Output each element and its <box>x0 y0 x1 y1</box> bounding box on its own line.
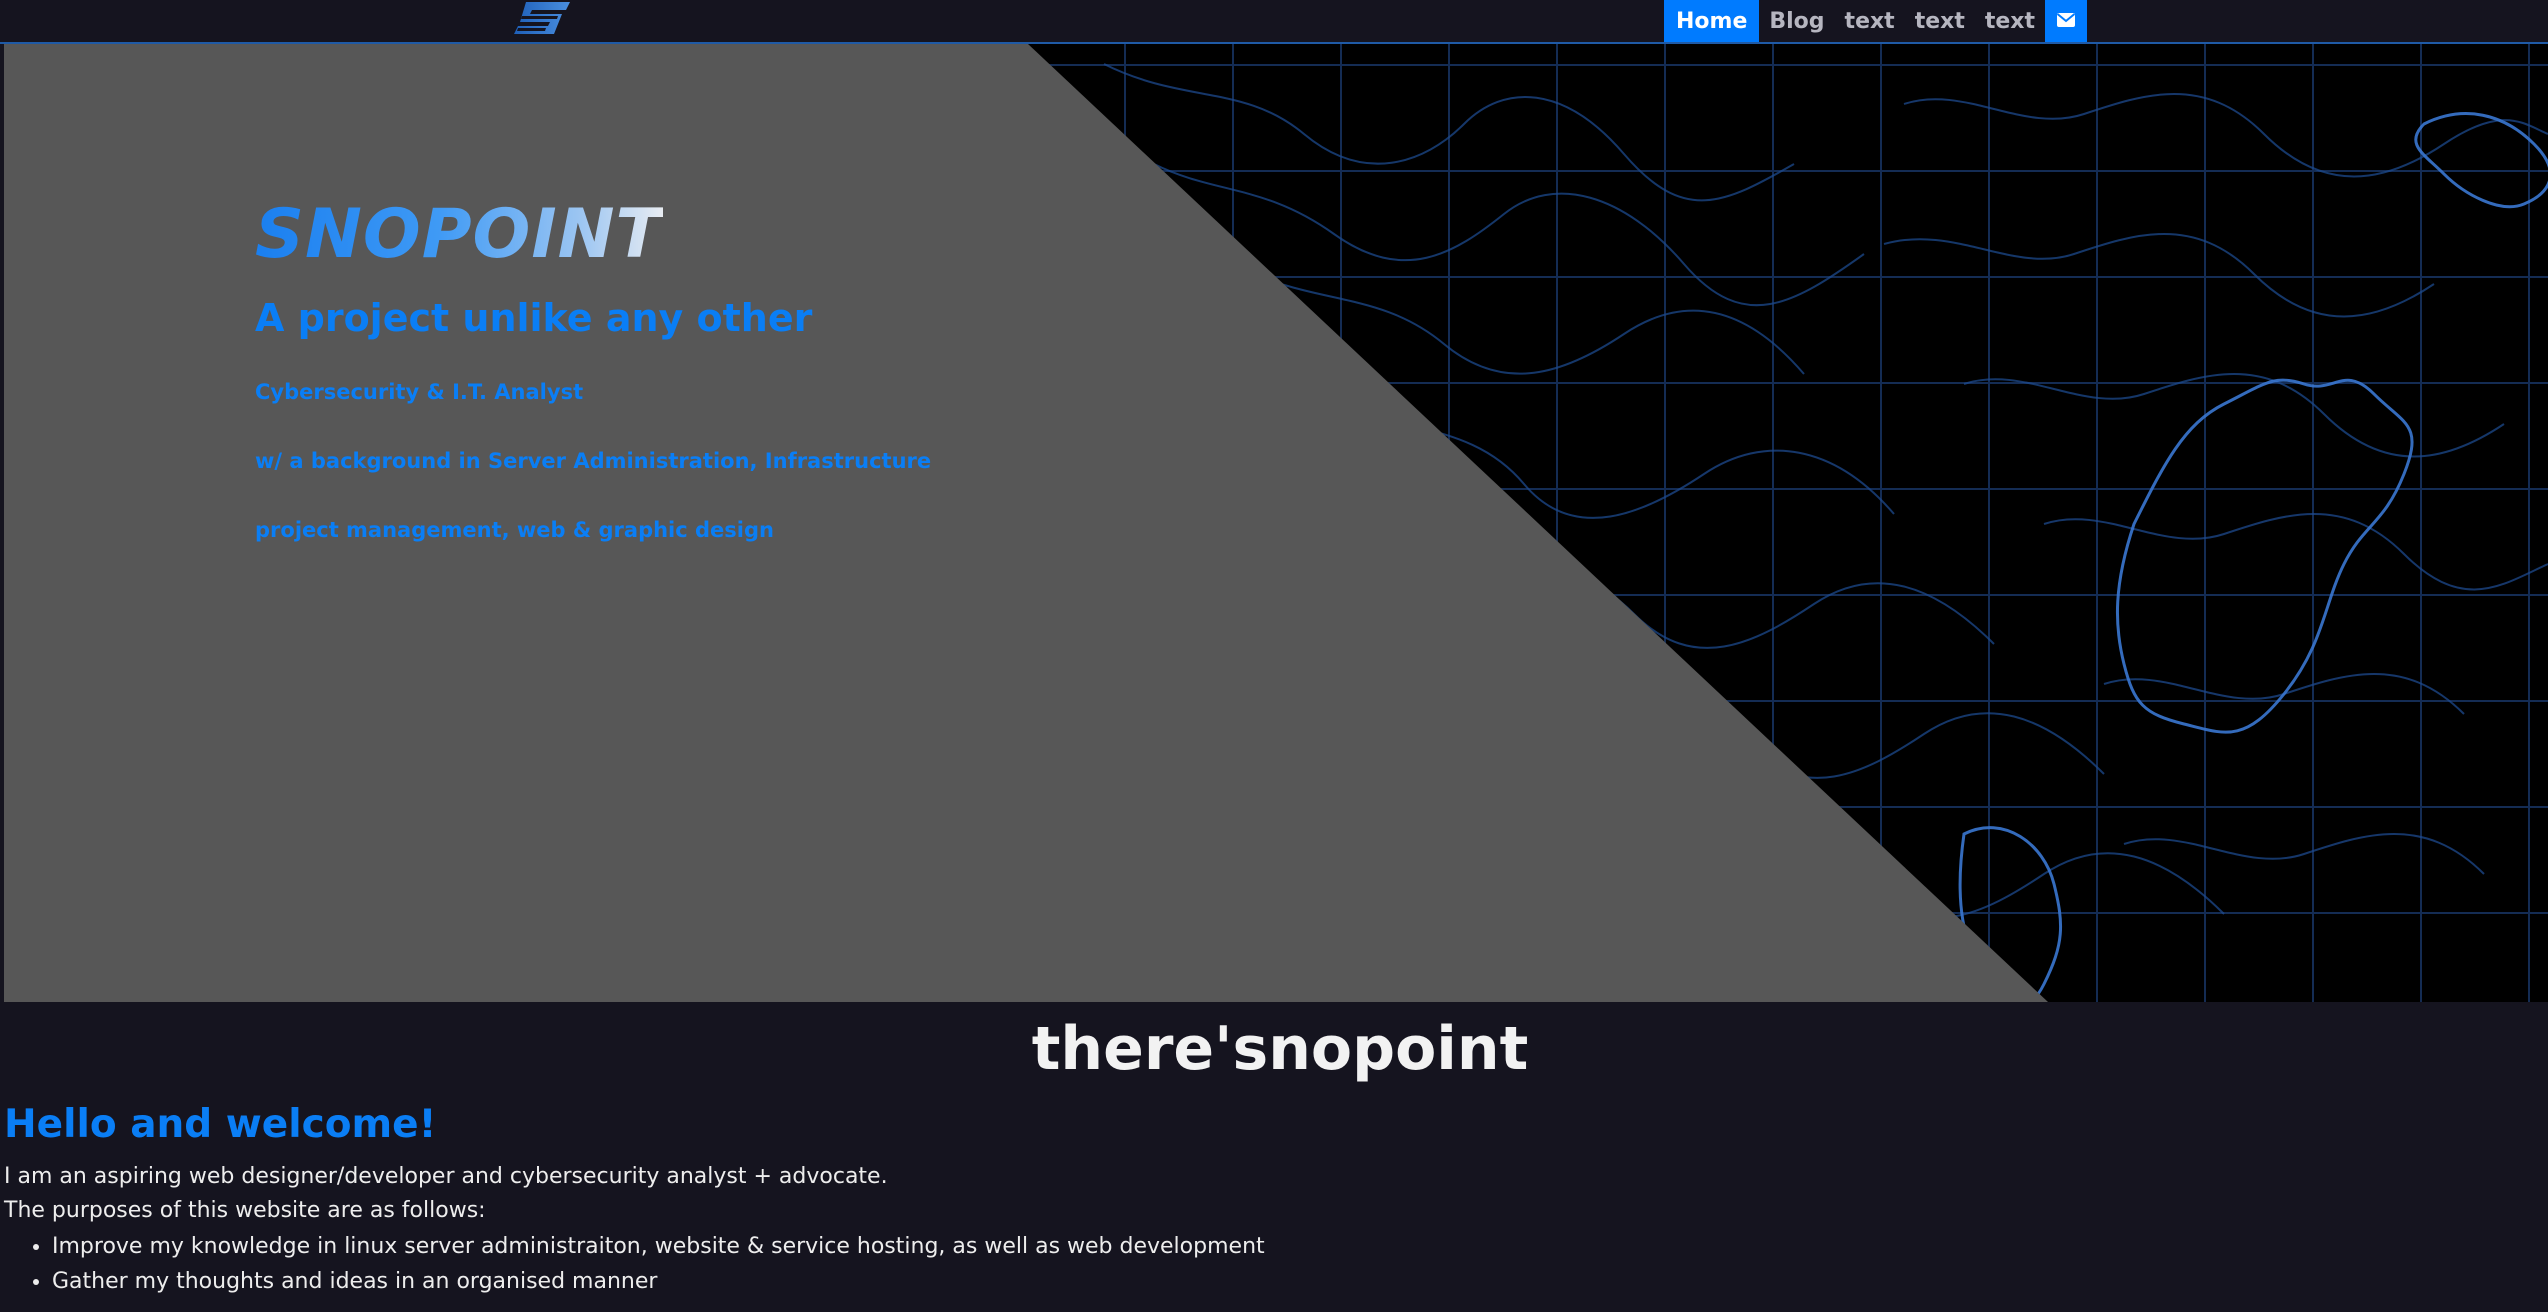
hero-section: SNOPOINT A project unlike any other Cybe… <box>4 44 2548 1002</box>
main-nav: Home Blog text text text <box>1664 0 2088 42</box>
hero-line-skills: project management, web & graphic design <box>255 517 774 542</box>
intro-paragraph: I am an aspiring web designer/developer … <box>4 1164 888 1189</box>
purposes-list: Improve my knowledge in linux server adm… <box>4 1232 1265 1302</box>
nav-blog[interactable]: Blog <box>1759 0 1834 42</box>
nav-mail-button[interactable] <box>2045 0 2088 42</box>
envelope-icon <box>2056 9 2076 34</box>
main-content: there'snopoint Hello and welcome! I am a… <box>4 1002 2548 1312</box>
hero-line-background: w/ a background in Server Administration… <box>255 448 932 473</box>
welcome-heading: Hello and welcome! <box>4 1102 437 1147</box>
purposes-intro: The purposes of this website are as foll… <box>4 1198 486 1223</box>
nav-text-1[interactable]: text <box>1835 0 1905 42</box>
nav-text-2[interactable]: text <box>1905 0 1975 42</box>
top-navbar: Home Blog text text text <box>0 0 2548 44</box>
nav-text-3[interactable]: text <box>1975 0 2045 42</box>
hero-brand-title: SNOPOINT <box>255 195 663 274</box>
list-item: Improve my knowledge in linux server adm… <box>52 1232 1265 1267</box>
hero-line-role: Cybersecurity & I.T. Analyst <box>255 379 584 404</box>
page-title: there'snopoint <box>1031 1014 1529 1084</box>
site-logo-icon[interactable] <box>512 0 576 40</box>
hero-text-block: SNOPOINT A project unlike any other Cybe… <box>255 194 1155 542</box>
hero-tagline: A project unlike any other <box>255 295 813 340</box>
nav-home[interactable]: Home <box>1664 0 1760 42</box>
list-item: Gather my thoughts and ideas in an organ… <box>52 1267 1265 1302</box>
